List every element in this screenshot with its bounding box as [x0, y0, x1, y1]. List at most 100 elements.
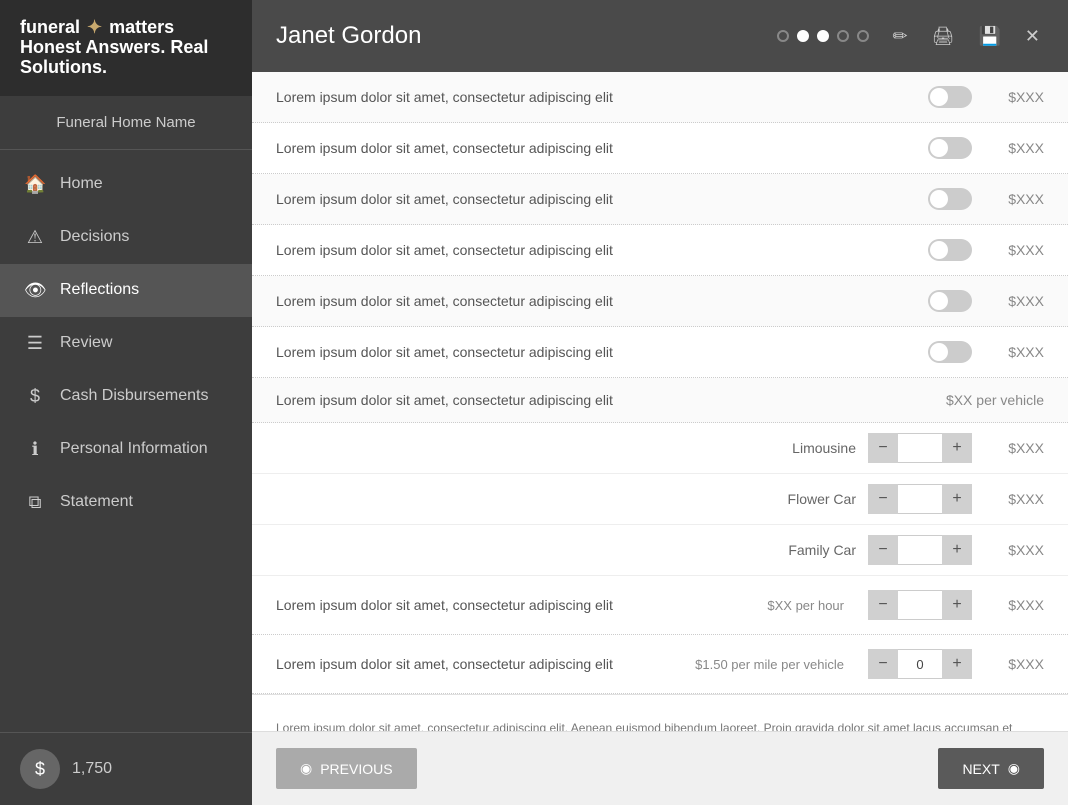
progress-dots — [777, 30, 869, 42]
personal-icon: ℹ — [24, 439, 46, 460]
item-row-0: Lorem ipsum dolor sit amet, consectetur … — [252, 72, 1068, 123]
vehicle-quantity-1[interactable] — [898, 484, 942, 514]
toggle-rows-section: Lorem ipsum dolor sit amet, consectetur … — [252, 72, 1068, 423]
content-area: Lorem ipsum dolor sit amet, consectetur … — [252, 72, 1068, 731]
footer-amount: 1,750 — [72, 760, 112, 778]
brand-name: funeral ✦ matters — [20, 18, 232, 38]
item-label-2: Lorem ipsum dolor sit amet, consectetur … — [276, 191, 916, 207]
item-row-2: Lorem ipsum dolor sit amet, consectetur … — [252, 174, 1068, 225]
per-unit-decrement-0[interactable]: − — [868, 590, 898, 620]
vehicle-stepper-2: − + — [868, 535, 972, 565]
per-unit-increment-1[interactable]: + — [942, 649, 972, 679]
vehicle-label-2: Family Car — [766, 542, 856, 558]
footer-text-section: Lorem ipsum dolor sit amet, consectetur … — [252, 694, 1068, 731]
page-title: Janet Gordon — [276, 22, 757, 50]
prev-label: PREVIOUS — [320, 761, 392, 777]
item-row-4: Lorem ipsum dolor sit amet, consectetur … — [252, 276, 1068, 327]
personal-label: Personal Information — [60, 440, 208, 458]
sidebar-item-reflections[interactable]: 👁 Reflections — [0, 264, 252, 317]
vehicle-label-1: Flower Car — [766, 491, 856, 507]
next-label: NEXT — [962, 761, 999, 777]
reflections-icon: 👁 — [24, 280, 46, 301]
vehicle-price-0: $XXX — [984, 440, 1044, 456]
per-unit-row-0: Lorem ipsum dolor sit amet, consectetur … — [252, 576, 1068, 635]
vehicle-price-1: $XXX — [984, 491, 1044, 507]
vehicle-row-2: Family Car − + $XXX — [252, 525, 1068, 576]
toggle-3[interactable] — [928, 239, 972, 261]
cash-label: Cash Disbursements — [60, 387, 209, 405]
progress-dot-3 — [837, 30, 849, 42]
bottom-bar: ◉ PREVIOUS NEXT ◉ — [252, 731, 1068, 805]
toggle-2[interactable] — [928, 188, 972, 210]
next-icon: ◉ — [1008, 760, 1020, 777]
item-row-1: Lorem ipsum dolor sit amet, consectetur … — [252, 123, 1068, 174]
item-row-3: Lorem ipsum dolor sit amet, consectetur … — [252, 225, 1068, 276]
vehicle-row-1: Flower Car − + $XXX — [252, 474, 1068, 525]
vehicle-decrement-1[interactable]: − — [868, 484, 898, 514]
vehicle-quantity-2[interactable] — [898, 535, 942, 565]
edit-button[interactable]: ✏ — [889, 22, 912, 51]
sidebar-nav: 🏠 Home ⚠ Decisions 👁 Reflections ☰ Revie… — [0, 150, 252, 732]
decisions-label: Decisions — [60, 228, 129, 246]
review-label: Review — [60, 334, 112, 352]
toggle-5[interactable] — [928, 341, 972, 363]
sidebar-item-home[interactable]: 🏠 Home — [0, 158, 252, 211]
logo: funeral ✦ matters Honest Answers. Real S… — [0, 0, 252, 96]
vehicle-row-0: Limousine − + $XXX — [252, 423, 1068, 474]
close-button[interactable]: ✕ — [1021, 22, 1044, 51]
per-unit-decrement-1[interactable]: − — [868, 649, 898, 679]
vehicle-decrement-0[interactable]: − — [868, 433, 898, 463]
per-unit-label-1: Lorem ipsum dolor sit amet, consectetur … — [276, 656, 683, 672]
per-unit-quantity-1[interactable] — [898, 649, 942, 679]
per-unit-price-0: $XXX — [984, 597, 1044, 613]
vehicle-quantity-0[interactable] — [898, 433, 942, 463]
toggle-1[interactable] — [928, 137, 972, 159]
vehicle-increment-1[interactable]: + — [942, 484, 972, 514]
item-label-1: Lorem ipsum dolor sit amet, consectetur … — [276, 140, 916, 156]
per-vehicle-rate-6: $XX per vehicle — [946, 392, 1044, 408]
sidebar: funeral ✦ matters Honest Answers. Real S… — [0, 0, 252, 805]
tagline: Honest Answers. Real Solutions. — [20, 37, 208, 77]
sidebar-footer: $ 1,750 — [0, 732, 252, 805]
progress-dot-1 — [797, 30, 809, 42]
sidebar-item-review[interactable]: ☰ Review — [0, 317, 252, 370]
item-price-3: $XXX — [984, 242, 1044, 258]
prev-icon: ◉ — [300, 760, 312, 777]
per-unit-section: Lorem ipsum dolor sit amet, consectetur … — [252, 576, 1068, 694]
print-button[interactable]: 🖨 — [928, 22, 959, 51]
item-label-6: Lorem ipsum dolor sit amet, consectetur … — [276, 392, 934, 408]
per-unit-rate-0: $XX per hour — [767, 598, 844, 613]
progress-dot-2 — [817, 30, 829, 42]
vehicle-increment-0[interactable]: + — [942, 433, 972, 463]
toggle-4[interactable] — [928, 290, 972, 312]
header: Janet Gordon ✏ 🖨 💾 ✕ — [252, 0, 1068, 72]
per-unit-stepper-0: − + — [868, 590, 972, 620]
per-unit-increment-0[interactable]: + — [942, 590, 972, 620]
cash-icon: $ — [24, 386, 46, 407]
main-content: Janet Gordon ✏ 🖨 💾 ✕ Lorem ipsum dolor s… — [252, 0, 1068, 805]
home-icon: 🏠 — [24, 174, 46, 195]
home-label: Home — [60, 175, 103, 193]
vehicle-decrement-2[interactable]: − — [868, 535, 898, 565]
item-label-3: Lorem ipsum dolor sit amet, consectetur … — [276, 242, 916, 258]
progress-dot-0 — [777, 30, 789, 42]
sidebar-item-decisions[interactable]: ⚠ Decisions — [0, 211, 252, 264]
previous-button[interactable]: ◉ PREVIOUS — [276, 748, 417, 789]
sidebar-item-statement[interactable]: ⧉ Statement — [0, 476, 252, 529]
footer-icon: $ — [20, 749, 60, 789]
per-unit-label-0: Lorem ipsum dolor sit amet, consectetur … — [276, 597, 755, 613]
toggle-0[interactable] — [928, 86, 972, 108]
vehicle-increment-2[interactable]: + — [942, 535, 972, 565]
per-unit-price-1: $XXX — [984, 656, 1044, 672]
item-price-2: $XXX — [984, 191, 1044, 207]
item-label-0: Lorem ipsum dolor sit amet, consectetur … — [276, 89, 916, 105]
save-button[interactable]: 💾 — [974, 22, 1004, 51]
per-unit-quantity-0[interactable] — [898, 590, 942, 620]
sidebar-item-personal[interactable]: ℹ Personal Information — [0, 423, 252, 476]
item-row-6: Lorem ipsum dolor sit amet, consectetur … — [252, 378, 1068, 423]
next-button[interactable]: NEXT ◉ — [938, 748, 1044, 789]
statement-label: Statement — [60, 493, 133, 511]
sidebar-item-cash[interactable]: $ Cash Disbursements — [0, 370, 252, 423]
header-actions: ✏ 🖨 💾 ✕ — [889, 22, 1044, 51]
item-label-4: Lorem ipsum dolor sit amet, consectetur … — [276, 293, 916, 309]
